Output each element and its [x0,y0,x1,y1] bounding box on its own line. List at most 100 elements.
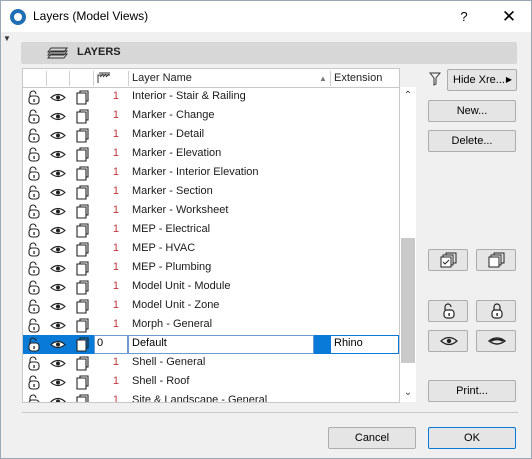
eye-icon[interactable] [50,280,66,295]
unlock-icon[interactable] [26,299,42,314]
table-row[interactable]: 1 Site & Landscape - General [23,392,399,402]
hide-xref-label: Hide Xre... [453,74,505,86]
layer-name: Marker - Change [132,109,215,121]
eye-icon[interactable] [50,185,66,200]
table-row[interactable]: 1 Marker - Elevation [23,145,399,164]
model-view-icon[interactable] [74,204,90,219]
model-view-icon[interactable] [74,109,90,124]
model-view-icon[interactable] [74,318,90,333]
table-row[interactable]: 1 Marker - Interior Elevation [23,164,399,183]
table-row[interactable]: 1 MEP - Electrical [23,221,399,240]
unlock-icon[interactable] [26,166,42,181]
model-view-icon[interactable] [74,299,90,314]
table-row[interactable]: 1 Morph - General [23,316,399,335]
table-row[interactable]: 1 Marker - Change [23,107,399,126]
model-view-icon[interactable] [74,185,90,200]
unlock-icon[interactable] [26,318,42,333]
unlock-icon[interactable] [26,223,42,238]
scroll-up-icon[interactable]: ⌃ [400,87,416,105]
eye-icon[interactable] [50,337,66,352]
table-row[interactable]: 1 MEP - Plumbing [23,259,399,278]
hide-xref-dropdown[interactable]: Hide Xre... ▶ [447,69,517,91]
duplicate-layers-button[interactable] [476,249,516,271]
close-button[interactable]: ✕ [487,1,531,32]
app-icon [10,9,26,25]
merge-layers-button[interactable] [428,249,468,271]
column-header-extension[interactable]: Extension [334,72,382,84]
eye-icon[interactable] [50,242,66,257]
unlock-icon[interactable] [26,128,42,143]
unlock-icon[interactable] [26,375,42,390]
filter-icon[interactable] [429,72,441,86]
eye-icon[interactable] [50,375,66,390]
table-row[interactable]: 1 Marker - Detail [23,126,399,145]
model-view-icon[interactable] [74,242,90,257]
table-row[interactable]: 1 Interior - Stair & Railing [23,88,399,107]
model-view-icon[interactable] [74,223,90,238]
cancel-button[interactable]: Cancel [328,427,416,449]
intersection-group-number: 1 [112,261,119,273]
table-row[interactable]: 1 Marker - Section [23,183,399,202]
hide-all-button[interactable] [476,330,516,352]
eye-icon[interactable] [50,299,66,314]
scrollbar-thumb[interactable] [401,238,415,363]
unlock-icon[interactable] [26,394,42,402]
model-view-icon[interactable] [74,280,90,295]
unlock-icon[interactable] [26,109,42,124]
eye-icon[interactable] [50,109,66,124]
show-all-button[interactable] [428,330,468,352]
eye-icon[interactable] [50,223,66,238]
collapse-arrow-icon[interactable]: ▼ [3,34,11,43]
eye-icon[interactable] [50,147,66,162]
unlock-icon[interactable] [26,261,42,276]
hatch-icon[interactable] [97,72,111,84]
window-title: Layers (Model Views) [33,9,149,23]
table-row[interactable]: 1 Model Unit - Module [23,278,399,297]
model-view-icon[interactable] [74,261,90,276]
model-view-icon[interactable] [74,375,90,390]
model-view-icon[interactable] [74,147,90,162]
model-view-icon[interactable] [74,394,90,402]
table-row[interactable]: 1 Shell - Roof [23,373,399,392]
delete-button[interactable]: Delete... [428,130,516,152]
eye-icon[interactable] [50,128,66,143]
intersection-group-number: 1 [112,185,119,197]
table-row[interactable]: 1 Shell - General [23,354,399,373]
eye-icon[interactable] [50,166,66,181]
unlock-icon[interactable] [26,337,42,352]
eye-icon[interactable] [50,318,66,333]
layer-name: Shell - General [132,356,206,368]
unlock-icon[interactable] [26,90,42,105]
unlock-icon[interactable] [26,242,42,257]
unlock-icon[interactable] [26,356,42,371]
eye-icon[interactable] [50,356,66,371]
eye-icon[interactable] [50,261,66,276]
table-row[interactable]: 0 Default Rhino [23,335,399,354]
eye-icon[interactable] [50,90,66,105]
unlock-icon[interactable] [26,185,42,200]
table-row[interactable]: 1 Model Unit - Zone [23,297,399,316]
intersection-group-number: 1 [112,242,119,254]
lock-all-button[interactable] [476,300,516,322]
unlock-icon[interactable] [26,147,42,162]
caret-right-icon: ▶ [505,75,512,84]
table-row[interactable]: 1 Marker - Worksheet [23,202,399,221]
model-view-icon[interactable] [74,166,90,181]
scroll-down-icon[interactable]: ⌄ [400,384,416,402]
model-view-icon[interactable] [74,128,90,143]
print-button[interactable]: Print... [428,380,516,402]
unlock-icon[interactable] [26,280,42,295]
layer-name: Shell - Roof [132,375,190,387]
unlock-all-button[interactable] [428,300,468,322]
table-row[interactable]: 1 MEP - HVAC [23,240,399,259]
column-header-layer-name[interactable]: Layer Name [132,72,192,84]
unlock-icon[interactable] [26,204,42,219]
eye-icon[interactable] [50,394,66,402]
model-view-icon[interactable] [74,90,90,105]
model-view-icon[interactable] [74,337,90,352]
eye-icon[interactable] [50,204,66,219]
new-button[interactable]: New... [428,100,516,122]
ok-button[interactable]: OK [428,427,516,449]
help-button[interactable]: ? [441,1,487,32]
model-view-icon[interactable] [74,356,90,371]
